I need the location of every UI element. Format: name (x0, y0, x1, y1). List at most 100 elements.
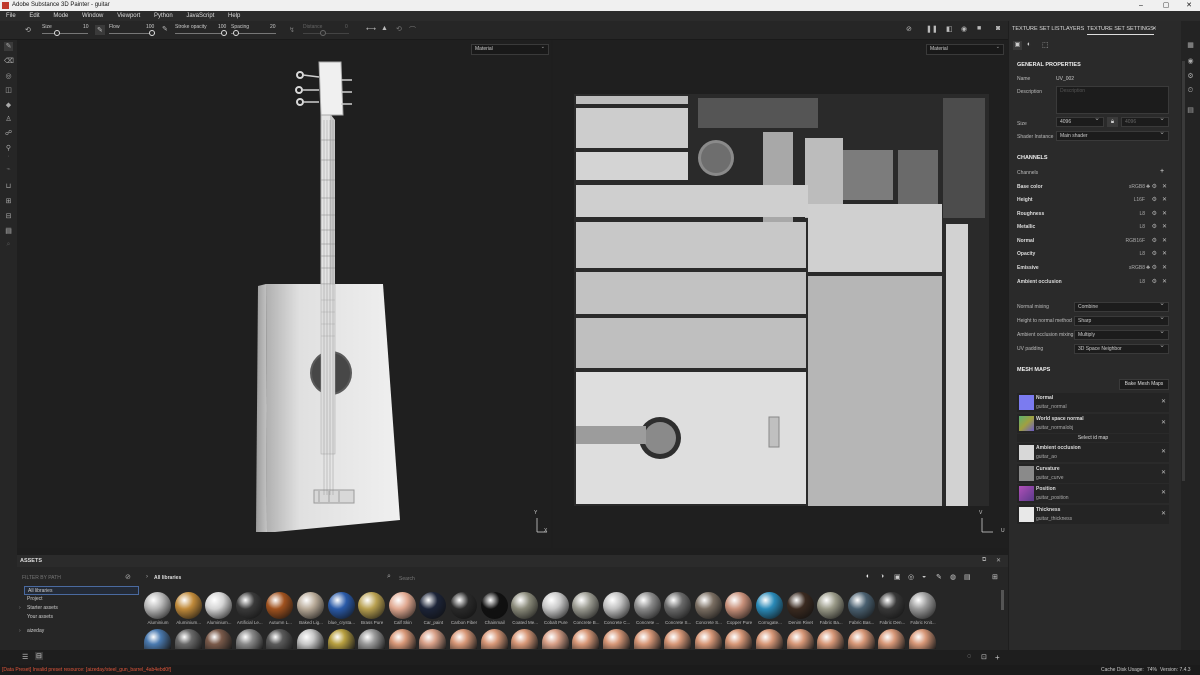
expand-icon[interactable]: › (19, 604, 21, 613)
size-dropdown[interactable]: 4096 (1056, 115, 1104, 127)
measure-icon[interactable]: ⊔ (4, 182, 13, 191)
menu-help[interactable]: Help (228, 13, 240, 19)
history-icon[interactable]: ⏲ (1186, 87, 1195, 96)
align-ref-icon[interactable]: ⌒ (409, 25, 416, 35)
viewport-3d[interactable]: Y X (17, 40, 551, 548)
material-thumbnail[interactable] (327, 592, 355, 619)
iray-icon[interactable]: ◉ (961, 25, 967, 33)
shader-instance-dropdown[interactable]: Main shader (1056, 129, 1169, 141)
menu-javascript[interactable]: JavaScript (186, 13, 214, 19)
mesh-map-position[interactable]: Position guitar_position ✕ (1017, 484, 1169, 503)
screenshot-icon[interactable]: ◙ (996, 25, 1000, 32)
material-thumbnail[interactable] (297, 629, 324, 649)
menu-python[interactable]: Python (154, 13, 173, 19)
channel-format[interactable]: sRGB8 (1129, 262, 1145, 274)
material-thumbnail[interactable] (603, 592, 630, 619)
pause-icon[interactable]: ❚❚ (926, 25, 938, 33)
material-thumbnail[interactable] (756, 629, 783, 649)
filter-smart-material-icon[interactable]: ◑ (880, 573, 884, 580)
remove-mesh-map-icon[interactable]: ✕ (1161, 510, 1166, 517)
material-thumbnail[interactable] (450, 629, 477, 649)
gear-icon[interactable]: ⚙ (1152, 208, 1157, 220)
pen-pressure-icon[interactable]: ✎ (95, 25, 105, 35)
flow-slider-handle[interactable] (149, 30, 155, 36)
material-thumbnail[interactable] (297, 592, 324, 619)
channel-row[interactable]: Base color sRGB8 ♣ ⚙ ✕ (1017, 181, 1169, 193)
remove-channel-icon[interactable]: ✕ (1162, 221, 1167, 233)
filter-particle-icon[interactable]: ▤ (964, 573, 971, 581)
material-thumbnail[interactable] (541, 629, 569, 649)
material-thumbnail[interactable] (511, 592, 539, 619)
material-thumbnail[interactable] (817, 592, 845, 619)
eraser-icon[interactable]: ⌫ (4, 57, 14, 66)
text-tool-icon[interactable]: ⊞ (4, 197, 13, 206)
texture-set-icon[interactable]: ▦ (1186, 41, 1195, 50)
height-to-normal-dropdown[interactable]: Sharp (1074, 314, 1169, 326)
remove-channel-icon[interactable]: ✕ (1162, 181, 1167, 193)
tab-layers[interactable]: LAYERS (1063, 23, 1084, 35)
menu-file[interactable]: File (6, 13, 16, 19)
plugins-icon[interactable]: ⌕ (4, 240, 13, 249)
maximize-icon[interactable]: ▢ (1155, 0, 1177, 11)
remove-channel-icon[interactable]: ✕ (1162, 248, 1167, 260)
channel-format[interactable]: sRGB8 (1129, 181, 1145, 193)
channel-format[interactable]: RGB16F (1126, 235, 1145, 247)
material-thumbnail[interactable] (358, 592, 386, 619)
material-thumbnail[interactable] (450, 592, 477, 619)
material-thumbnail[interactable] (756, 592, 783, 619)
size-dropdown-locked[interactable]: 4096 (1121, 115, 1169, 127)
menu-edit[interactable]: Edit (29, 13, 39, 19)
material-thumbnail[interactable] (144, 592, 171, 619)
export-icon[interactable]: ⊟ (4, 212, 13, 221)
channel-format[interactable]: L8 (1139, 221, 1145, 233)
bake-icon[interactable]: · (4, 152, 13, 161)
material-thumbnail[interactable] (327, 629, 355, 649)
ao-mixing-dropdown[interactable]: Multiply (1074, 328, 1169, 340)
material-thumbnail[interactable] (480, 592, 508, 619)
material-thumbnail[interactable] (847, 629, 875, 649)
spacing-slider-handle[interactable] (233, 30, 239, 36)
mesh-map-world-space-normal[interactable]: World space normal guitar_normalobj ✕ (1017, 414, 1169, 433)
filter-texture-icon[interactable]: ▣ (894, 573, 901, 581)
material-thumbnail[interactable] (909, 592, 936, 619)
minimize-icon[interactable]: – (1130, 0, 1152, 11)
gear-icon[interactable]: ⚙ (1152, 262, 1157, 274)
brush-settings-icon[interactable]: ⟲ (25, 26, 31, 34)
add-asset-icon[interactable]: + (995, 653, 1000, 662)
name-value[interactable]: UV_002 (1056, 76, 1074, 82)
gear-icon[interactable]: ⚙ (1152, 181, 1157, 193)
remove-channel-icon[interactable]: ✕ (1162, 276, 1167, 288)
assets-close-icon[interactable]: ✕ (996, 557, 1001, 564)
remove-mesh-map-icon[interactable]: ✕ (1161, 419, 1166, 426)
log-icon[interactable]: ▤ (1186, 106, 1195, 115)
distance-slider-handle[interactable] (320, 30, 326, 36)
gear-icon[interactable]: ⚙ (1152, 248, 1157, 260)
asset-scrollbar[interactable] (1001, 590, 1004, 610)
material-thumbnail[interactable] (633, 592, 661, 619)
channel-row[interactable]: Ambient occlusion L8 ⚙ ✕ (1017, 276, 1169, 288)
libraries-breadcrumb[interactable]: All libraries (154, 575, 181, 581)
remove-mesh-map-icon[interactable]: ✕ (1161, 398, 1166, 405)
filter-environment-icon[interactable]: ◍ (950, 573, 956, 581)
symmetry-icon[interactable]: ⟷ (366, 25, 376, 33)
polygon-fill-icon[interactable]: ◆ (4, 101, 13, 110)
mesh-map-curvature[interactable]: Curvature guitar_curve ✕ (1017, 464, 1169, 483)
menu-mode[interactable]: Mode (53, 13, 68, 19)
channel-row[interactable]: Metallic L8 ⚙ ✕ (1017, 221, 1169, 233)
material-thumbnail[interactable] (205, 592, 233, 619)
document-icon[interactable]: ▤ (4, 227, 13, 236)
grid-view-icon[interactable]: ⊞ (992, 573, 998, 581)
mesh-map-normal[interactable]: Normal guitar_normal ✕ (1017, 393, 1169, 412)
gear-icon[interactable]: ⚙ (1152, 235, 1157, 247)
lazy-mouse-icon[interactable]: ↯ (289, 26, 295, 34)
lock-icon[interactable]: 🔒︎ (1107, 117, 1118, 127)
channel-format[interactable]: L8 (1139, 248, 1145, 260)
assets-folder-icon[interactable]: ⊟ (35, 652, 43, 660)
viewport-2d[interactable]: V U (553, 40, 1008, 548)
filter-by-path-label[interactable]: FILTER BY PATH (22, 575, 61, 581)
expand-icon[interactable]: › (19, 627, 21, 636)
material-thumbnail[interactable] (388, 629, 416, 649)
tab-texture-set-settings[interactable]: TEXTURE SET SETTINGS (1087, 23, 1154, 35)
channel-row[interactable]: Opacity L8 ⚙ ✕ (1017, 248, 1169, 260)
menu-window[interactable]: Window (82, 13, 103, 19)
